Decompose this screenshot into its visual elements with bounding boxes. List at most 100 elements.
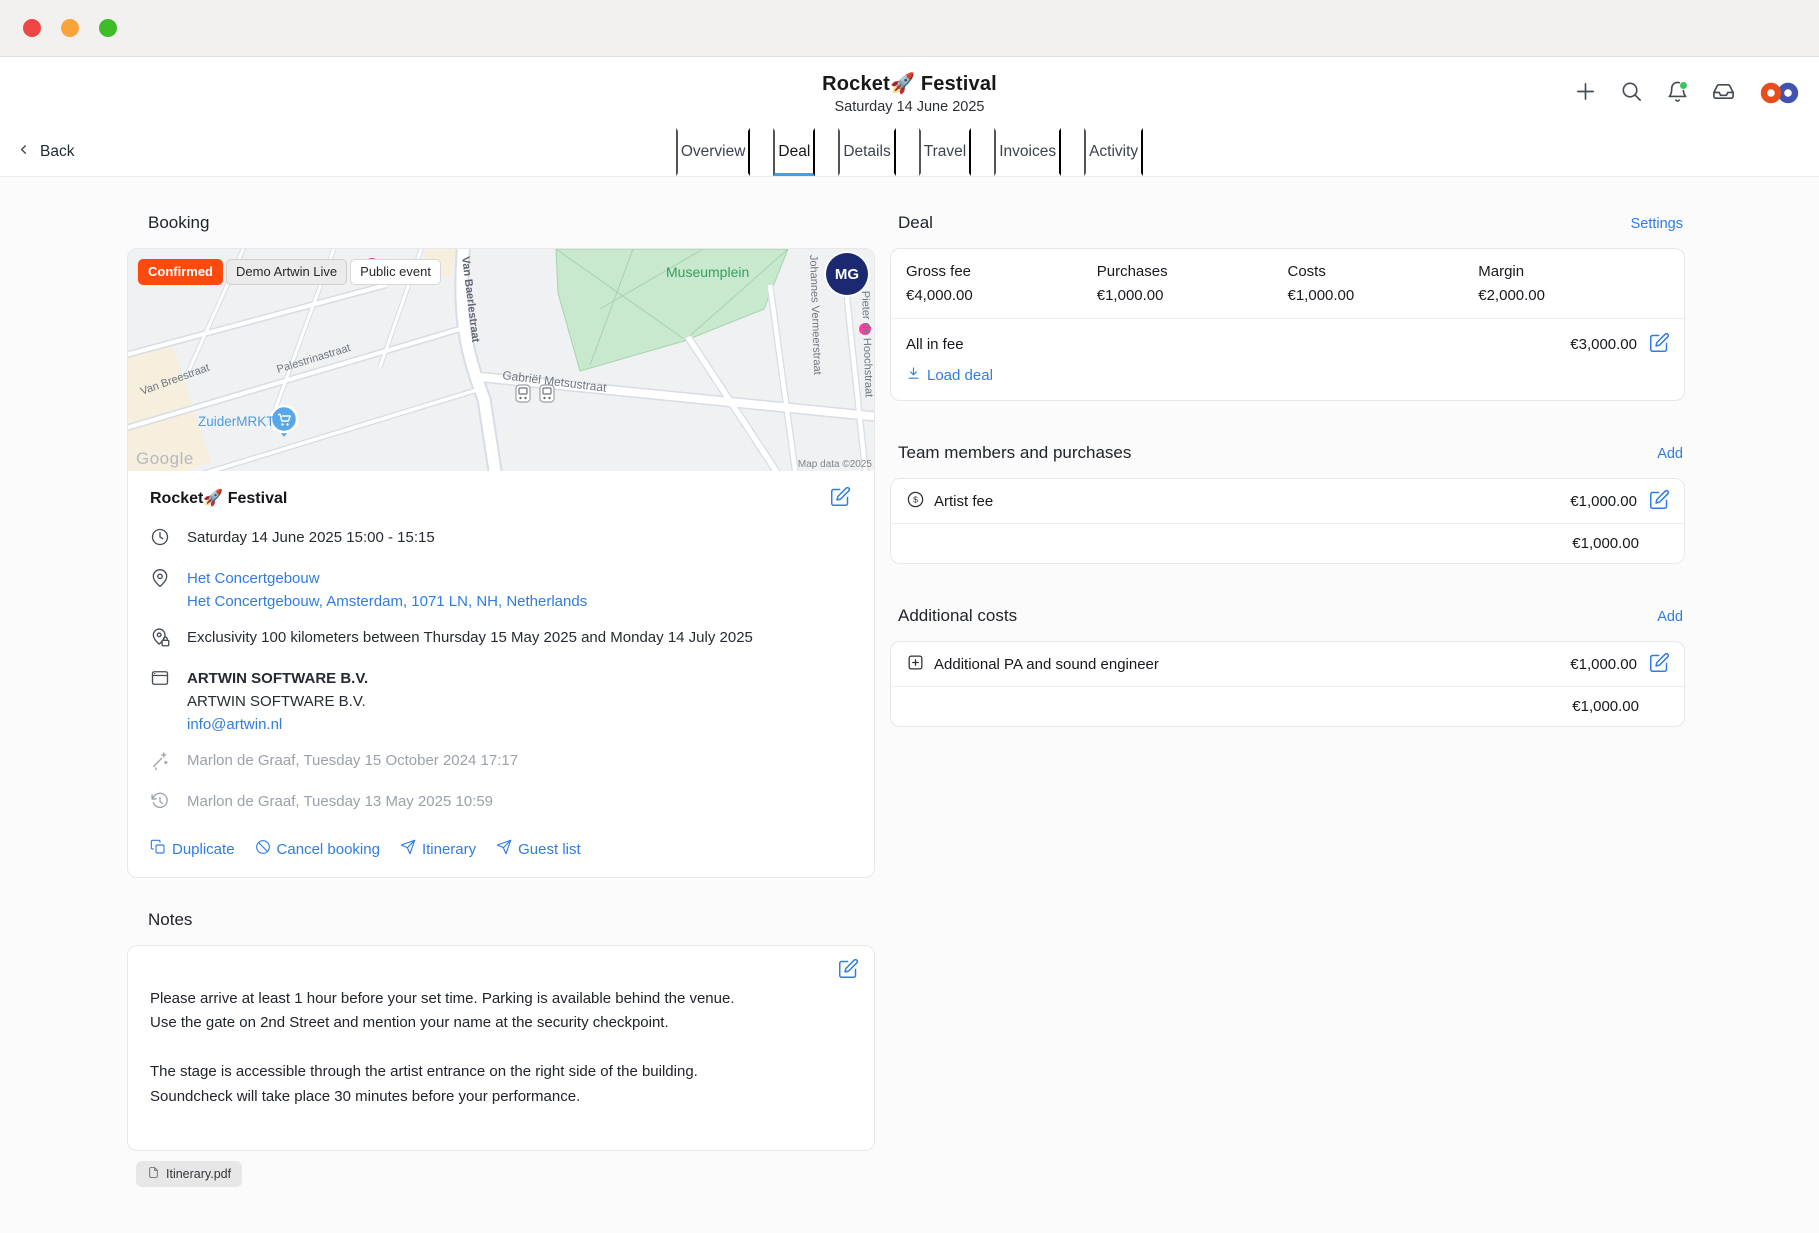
load-deal-label: Load deal [927,367,993,384]
clock-icon [150,526,170,554]
all-in-fee-label: All in fee [906,336,964,353]
notes-section: Notes Please arrive at least 1 hour befo… [127,910,875,1187]
summary-margin: Margin €2,000.00 [1478,263,1669,304]
venue-address-link[interactable]: Het Concertgebouw, Amsterdam, 1071 LN, N… [187,593,587,610]
plus-icon [1574,80,1597,106]
booking-nav: Back Overview Deal Details Travel Invoic… [0,128,1819,177]
edit-all-in-fee-button[interactable] [1647,332,1671,356]
additional-costs-card: Additional PA and sound engineer €1,000.… [890,641,1685,727]
tab-invoices[interactable]: Invoices [994,128,1061,176]
load-deal-link[interactable]: Load deal [906,366,993,385]
chevron-left-icon [16,142,31,162]
location-pin-icon [150,567,170,613]
booking-section-title: Booking [127,213,875,233]
tab-deal[interactable]: Deal [773,128,815,176]
edit-booking-button[interactable] [828,486,852,510]
tab-activity[interactable]: Activity [1084,128,1143,176]
notes-card: Please arrive at least 1 hour before you… [127,945,875,1151]
ban-icon [255,839,271,859]
additional-costs-add-link[interactable]: Add [1657,609,1683,625]
edit-notes-button[interactable] [836,958,860,982]
tab-overview[interactable]: Overview [676,128,751,176]
inbox-button[interactable] [1711,81,1735,105]
map-attribution: Map data ©2025 [798,459,873,470]
booking-title: Rocket🚀 Festival [150,488,287,508]
team-section: Team members and purchases Add $ Artist … [890,443,1685,564]
send-icon [400,839,416,859]
additional-cost-row: Additional PA and sound engineer €1,000.… [891,642,1684,687]
booking-datetime: Saturday 14 June 2025 15:00 - 15:15 [187,526,435,554]
add-button[interactable] [1573,81,1597,105]
team-row-artist-fee: $ Artist fee €1,000.00 [891,479,1684,524]
artist-badge: Demo Artwin Live [226,259,347,285]
window-close-button[interactable] [23,19,41,37]
summary-purchases: Purchases €1,000.00 [1097,263,1288,304]
additional-costs-total: €1,000.00 [891,687,1684,726]
window-titlebar [0,0,1819,57]
company-name: ARTWIN SOFTWARE B.V. [187,670,368,687]
svg-text:$: $ [913,494,918,504]
created-row: Marlon de Graaf, Tuesday 15 October 2024… [150,749,852,777]
deal-summary: Gross fee €4,000.00 Purchases €1,000.00 … [891,249,1684,319]
poi-label: ZuiderMRKT [198,414,275,429]
edit-icon [838,958,859,982]
company-email-link[interactable]: info@artwin.nl [187,716,282,733]
edit-icon [830,486,851,510]
attachment-chip[interactable]: Itinerary.pdf [136,1161,242,1187]
booking-card: Van Breestraat Palestrinastraat Van Baer… [127,248,875,878]
team-total: €1,000.00 [891,524,1684,563]
team-section-title: Team members and purchases [898,443,1131,463]
booking-details: Rocket🚀 Festival Saturday 14 June 2025 1… [128,471,874,877]
tab-travel[interactable]: Travel [919,128,972,176]
cancel-booking-button[interactable]: Cancel booking [255,839,380,859]
modified-by-text: Marlon de Graaf, Tuesday 13 May 2025 10:… [187,790,493,818]
exclusivity-row: Exclusivity 100 kilometers between Thurs… [150,626,852,654]
wand-created-icon [150,749,170,777]
app-logo[interactable] [1757,81,1803,105]
page-title: Rocket🚀 Festival [822,71,997,96]
dollar-circle-icon: $ [906,490,925,513]
window-minimize-button[interactable] [61,19,79,37]
status-badge: Confirmed [138,259,223,285]
team-add-link[interactable]: Add [1657,446,1683,462]
notification-dot [1679,81,1688,90]
itinerary-button[interactable]: Itinerary [400,839,476,859]
duplicate-button[interactable]: Duplicate [150,839,235,859]
company-subline: ARTWIN SOFTWARE B.V. [187,693,366,710]
edit-artist-fee-button[interactable] [1647,489,1671,513]
copy-icon [150,839,166,859]
booking-badges: Confirmed Demo Artwin Live Public event [138,259,441,285]
team-row-value: €1,000.00 [1570,493,1637,510]
search-icon [1620,80,1643,106]
notifications-button[interactable] [1665,81,1689,105]
map-provider-logo: Google [136,449,194,468]
venue-row: Het Concertgebouw Het Concertgebouw, Ams… [150,567,852,613]
window-zoom-button[interactable] [99,19,117,37]
back-label: Back [40,143,74,161]
search-button[interactable] [1619,81,1643,105]
additional-cost-value: €1,000.00 [1570,656,1637,673]
inbox-icon [1712,80,1735,106]
itinerary-label: Itinerary [422,841,476,858]
main-content: Booking [0,177,1819,1233]
cancel-booking-label: Cancel booking [277,841,380,858]
tab-details[interactable]: Details [838,128,895,176]
edit-icon [1649,652,1670,676]
file-icon [147,1166,160,1182]
owner-avatar[interactable]: MG [826,253,868,295]
datetime-row: Saturday 14 June 2025 15:00 - 15:15 [150,526,852,554]
app-header: Rocket🚀 Festival Saturday 14 June 2025 [0,57,1819,128]
visibility-badge: Public event [350,259,441,285]
edit-additional-cost-button[interactable] [1647,652,1671,676]
summary-costs: Costs €1,000.00 [1288,263,1479,304]
summary-gross-fee: Gross fee €4,000.00 [906,263,1097,304]
deal-settings-link[interactable]: Settings [1631,216,1683,232]
booking-actions: Duplicate Cancel booking Itinerary Guest… [150,839,852,859]
guest-list-button[interactable]: Guest list [496,839,581,859]
back-button[interactable]: Back [16,142,74,162]
venue-name-link[interactable]: Het Concertgebouw [187,570,320,587]
additional-costs-section: Additional costs Add Additional PA and s… [890,606,1685,727]
deal-column: Deal Settings Gross fee €4,000.00 Purcha… [890,213,1685,727]
all-in-fee-row: All in fee €3,000.00 [891,319,1684,360]
venue-map[interactable]: Van Breestraat Palestrinastraat Van Baer… [128,249,874,471]
